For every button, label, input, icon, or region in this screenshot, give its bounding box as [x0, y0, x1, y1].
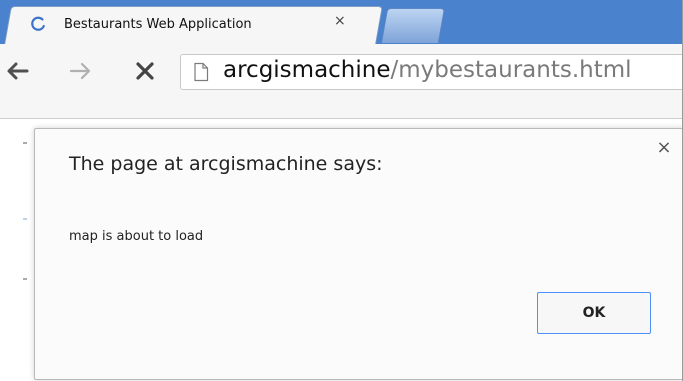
dialog-title: The page at arcgismachine says: [69, 153, 383, 175]
tab-close-icon[interactable]: × [334, 13, 346, 29]
new-tab-icon[interactable] [380, 8, 446, 43]
tab-title: Bestaurants Web Application [64, 17, 252, 32]
forward-arrow-icon[interactable] [66, 56, 96, 86]
alert-dialog: The page at arcgismachine says: × map is… [34, 128, 683, 380]
back-arrow-icon[interactable] [2, 56, 32, 86]
ok-button[interactable]: OK [537, 292, 651, 334]
stop-icon[interactable] [130, 56, 160, 86]
dialog-message: map is about to load [69, 229, 204, 244]
url-host: arcgismachine [223, 57, 391, 83]
loading-spinner-icon [31, 16, 45, 31]
page-edge-marks [23, 142, 27, 280]
page-icon [194, 62, 209, 82]
tab-strip: Bestaurants Web Application × [0, 0, 683, 45]
url-path: /mybestaurants.html [390, 57, 632, 83]
url-text[interactable]: arcgismachine/mybestaurants.html [223, 57, 632, 83]
address-bar[interactable]: arcgismachine/mybestaurants.html [180, 54, 683, 90]
dialog-close-icon[interactable]: × [653, 137, 675, 159]
active-tab[interactable]: Bestaurants Web Application × [30, 10, 370, 40]
browser-toolbar: arcgismachine/mybestaurants.html [0, 44, 683, 119]
